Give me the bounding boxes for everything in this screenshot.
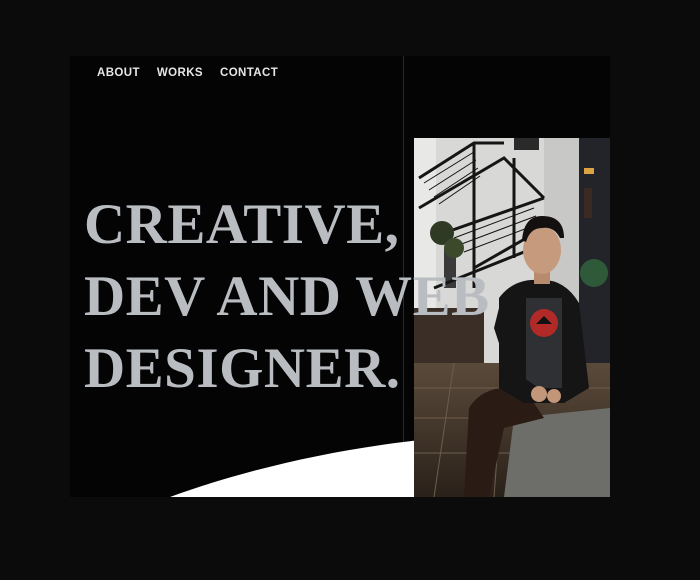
headline-line-1: CREATIVE, [84,193,400,256]
hero-section: ABOUT WORKS CONTACT CREATIVE, DEV AND WE… [70,56,610,497]
hero-headline: CREATIVE, DEV AND WEB DESIGNER. [84,189,490,405]
headline-line-3: DESIGNER. [84,337,401,400]
headline-line-2: DEV AND WEB [84,265,490,328]
